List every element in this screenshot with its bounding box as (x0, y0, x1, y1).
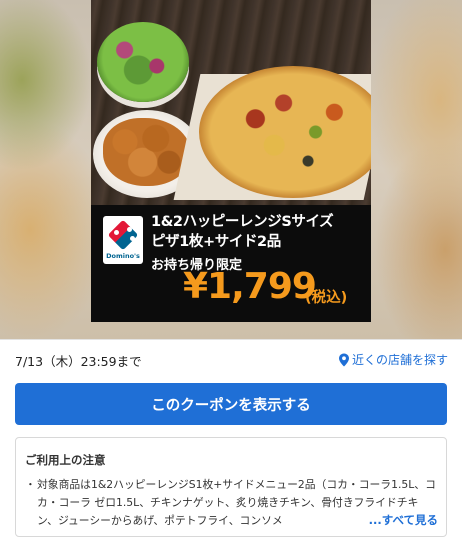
show-coupon-button[interactable]: このクーポンを表示する (15, 383, 447, 425)
promo-title-line2: ピザ1枚+サイド2品 (151, 234, 281, 250)
usage-notes-title: ご利用上の注意 (25, 453, 106, 467)
promo-price: ¥1,799 (183, 266, 317, 307)
find-nearby-store-link[interactable]: 近くの店舗を探す (338, 351, 448, 368)
promo-title-line1: 1&2ハッピーレンジSサイズ (151, 214, 334, 230)
coupon-info-row: 7/13（木）23:59まで 近くの店舗を探す (0, 339, 462, 378)
dominos-tile-icon (107, 219, 139, 251)
bullet: ・ (25, 478, 36, 491)
find-nearby-store-label: 近くの店舗を探す (351, 353, 448, 367)
logo-dot (130, 236, 135, 241)
promo-tax-note: (税込) (305, 290, 348, 306)
usage-notes-box: ご利用上の注意 ・ 対象商品は1&2ハッピーレンジS1枚+サイドメニュー2品（コ… (15, 437, 447, 537)
dominos-logo: Domino's (103, 216, 143, 264)
expiry-date: 7/13（木）23:59まで (15, 354, 142, 369)
logo-dot (127, 227, 132, 232)
logo-wordmark: Domino's (106, 252, 140, 260)
coupon-hero: Domino's 1&2ハッピーレンジSサイズ ピザ1枚+サイド2品 お持ち帰り… (0, 0, 462, 339)
promo-image: Domino's 1&2ハッピーレンジSサイズ ピザ1枚+サイド2品 お持ち帰り… (91, 0, 371, 322)
logo-dot (114, 230, 119, 235)
promo-title: 1&2ハッピーレンジSサイズ ピザ1枚+サイド2品 (151, 212, 367, 252)
salad-image (97, 22, 189, 102)
location-pin-icon (338, 353, 349, 366)
see-all-link[interactable]: ...すべて見る (346, 512, 438, 528)
